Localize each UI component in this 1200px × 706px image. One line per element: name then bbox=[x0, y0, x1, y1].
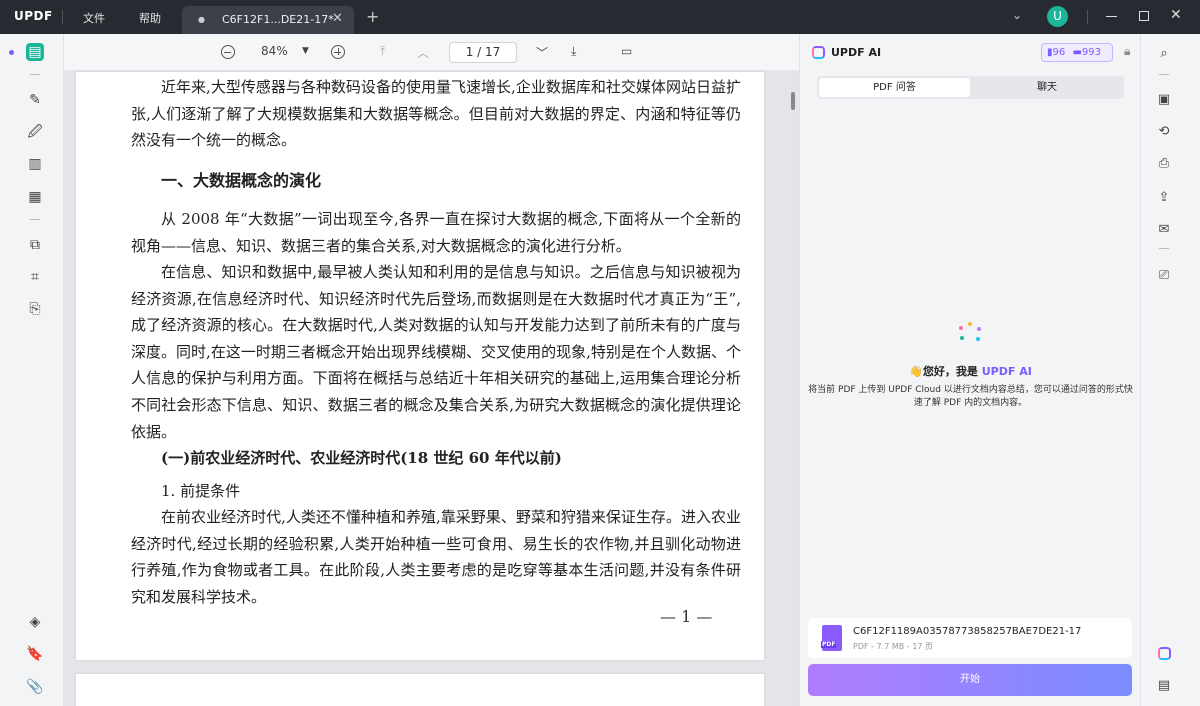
menu-help[interactable]: 帮助 bbox=[139, 10, 161, 26]
document-tab[interactable]: ● C6F12F1...DE21-17* ✕ bbox=[182, 6, 354, 34]
maximize-icon[interactable] bbox=[1139, 11, 1149, 21]
app-logo: UPDF bbox=[14, 9, 53, 23]
page-view-icon[interactable]: ▥ bbox=[25, 154, 45, 174]
convert-icon[interactable]: ⎘ bbox=[25, 299, 45, 319]
comment-tool-icon[interactable]: ✎ bbox=[25, 90, 45, 110]
paragraph-2: 从 2008 年“大数据”一词出现至今,各界一直在探讨大数据的概念,下面将从一个… bbox=[131, 210, 741, 255]
ai-quota-badge[interactable]: ▮96 ▬993 bbox=[1041, 43, 1113, 62]
tab-pdf-qa[interactable]: PDF 问答 bbox=[819, 78, 970, 97]
section-heading-3: 1. 前提条件 bbox=[161, 482, 241, 500]
file-name: C6F12F1189A03578773858257BAE7DE21-17 bbox=[853, 626, 1082, 637]
file-meta: PDF - 7.7 MB - 17 页 bbox=[853, 642, 933, 651]
ai-panel-title: UPDF AI bbox=[831, 46, 882, 59]
tab-close-icon[interactable]: ✕ bbox=[332, 11, 343, 26]
rail-divider bbox=[30, 219, 40, 220]
indicator-dot bbox=[9, 50, 14, 55]
greeting-name: UPDF AI bbox=[981, 365, 1032, 378]
chat-quota-icon: ▬ bbox=[1072, 47, 1082, 58]
ai-description: 将当前 PDF 上传到 UPDF Cloud 以进行文档内容总结，您可以通过问答… bbox=[808, 385, 1133, 408]
section-heading-2: (一)前农业经济时代、农业经济时代(18 世纪 60 年代以前) bbox=[161, 449, 562, 467]
presentation-icon[interactable]: ▭ bbox=[621, 44, 632, 58]
ocr-icon[interactable]: ▣ bbox=[1155, 90, 1173, 108]
pdf-page-1: 近年来,大型传感器与各种数码设备的使用量飞速增长,企业数据库和社交媒体网站日益扩… bbox=[76, 72, 764, 660]
chat-quota-count: 993 bbox=[1081, 47, 1101, 58]
zoom-in-icon[interactable] bbox=[331, 45, 345, 59]
menu-file[interactable]: 文件 bbox=[83, 10, 105, 26]
close-window-icon[interactable]: ✕ bbox=[1170, 7, 1182, 23]
title-bar: UPDF 文件 帮助 ● C6F12F1...DE21-17* ✕ + ⌄ U … bbox=[0, 0, 1200, 34]
title-divider-2 bbox=[1087, 10, 1088, 24]
document-area[interactable]: 近年来,大型传感器与各种数码设备的使用量飞速增长,企业数据库和社交媒体网站日益扩… bbox=[64, 70, 799, 706]
search-icon[interactable]: ⌕ bbox=[1155, 44, 1173, 62]
updf-ai-icon[interactable] bbox=[1155, 644, 1173, 662]
pdf-file-icon: PDF bbox=[821, 625, 842, 651]
rail-divider bbox=[30, 74, 40, 75]
right-tool-rail: ⌕ ▣ ⟲ ⎙ ⇪ ✉ ⎚ ▤ bbox=[1140, 34, 1200, 706]
chevron-down-icon[interactable]: ⌄ bbox=[1012, 8, 1022, 22]
next-page-icon[interactable]: ﹀ bbox=[536, 44, 548, 61]
user-avatar[interactable]: U bbox=[1047, 6, 1068, 27]
tab-chat[interactable]: 聊天 bbox=[972, 78, 1122, 97]
doc-quota-count: 96 bbox=[1052, 47, 1066, 58]
tab-title: C6F12F1...DE21-17* bbox=[222, 13, 334, 26]
save-icon[interactable]: ⎚ bbox=[1155, 266, 1173, 284]
share-icon[interactable]: ⇪ bbox=[1155, 188, 1173, 206]
new-tab-plus-icon[interactable]: + bbox=[366, 7, 379, 26]
form-tool-icon[interactable]: ▦ bbox=[25, 187, 45, 207]
page-indicator[interactable]: 1 / 17 bbox=[449, 42, 517, 63]
ai-panel: UPDF AI ▮96 ▬993 🔒︎ PDF 问答 聊天 👋您好，我是 UPD… bbox=[799, 34, 1140, 706]
comment-list-icon[interactable]: ▤ bbox=[1155, 676, 1173, 694]
pdf-page-2 bbox=[76, 674, 764, 706]
ai-tab-bar: PDF 问答 聊天 bbox=[817, 76, 1124, 99]
document-scrollbar[interactable] bbox=[791, 92, 795, 110]
crop-icon[interactable]: ⌗ bbox=[25, 267, 45, 287]
protect-icon[interactable]: ⎙ bbox=[1155, 154, 1173, 172]
paragraph-4: 在前农业经济时代,人类还不懂种植和养殖,靠采野果、野菜和狩猎来保证生存。进入农业… bbox=[131, 508, 741, 606]
bookmark-icon[interactable]: 🔖 bbox=[25, 644, 45, 664]
reader-mode-icon[interactable]: ▤ bbox=[26, 43, 44, 61]
greeting-prefix: 👋您好，我是 bbox=[909, 365, 982, 378]
file-card: PDF C6F12F1189A03578773858257BAE7DE21-17… bbox=[808, 618, 1132, 658]
convert-pdf-icon[interactable]: ⟲ bbox=[1155, 122, 1173, 140]
prev-page-icon[interactable]: ︿ bbox=[417, 44, 429, 61]
email-icon[interactable]: ✉ bbox=[1155, 220, 1173, 238]
title-divider bbox=[62, 10, 63, 24]
left-tool-rail: ▤ ✎ 🖉 ▥ ▦ ⧉ ⌗ ⎘ ◈ 🔖 📎 bbox=[0, 34, 64, 706]
minimize-icon[interactable] bbox=[1106, 16, 1117, 17]
tab-modified-dot-icon: ● bbox=[198, 15, 205, 24]
edit-pdf-icon[interactable]: 🖉 bbox=[25, 123, 45, 143]
zoom-level[interactable]: 84% bbox=[261, 44, 288, 58]
rail-divider bbox=[1159, 248, 1169, 249]
start-button[interactable]: 开始 bbox=[808, 664, 1132, 696]
lock-icon[interactable]: 🔒︎ bbox=[1124, 44, 1130, 59]
attachment-icon[interactable]: 📎 bbox=[25, 677, 45, 697]
paragraph-3: 在信息、知识和数据中,最早被人类认知和利用的是信息与知识。之后信息与知识被视为经… bbox=[131, 263, 741, 441]
paragraph-1: 近年来,大型传感器与各种数码设备的使用量飞速增长,企业数据库和社交媒体网站日益扩… bbox=[131, 78, 741, 150]
layers-icon[interactable]: ◈ bbox=[25, 612, 45, 632]
zoom-out-icon[interactable] bbox=[221, 45, 235, 59]
rail-divider bbox=[1159, 74, 1169, 75]
loading-sparkle-icon bbox=[957, 322, 983, 348]
ai-greeting: 👋您好，我是 UPDF AI bbox=[800, 363, 1141, 379]
updf-ai-logo-icon bbox=[812, 46, 825, 59]
zoom-dropdown-icon[interactable]: ▼ bbox=[302, 46, 309, 56]
viewer-toolbar: 84% ▼ ⤒ ︿ 1 / 17 ﹀ ⤓ ▭ bbox=[64, 34, 799, 70]
section-heading-1: 一、大数据概念的演化 bbox=[161, 171, 322, 190]
last-page-icon[interactable]: ⤓ bbox=[571, 44, 576, 59]
organize-pages-icon[interactable]: ⧉ bbox=[25, 235, 45, 255]
page-number: — 1 — bbox=[660, 607, 713, 626]
first-page-icon[interactable]: ⤒ bbox=[380, 44, 385, 59]
